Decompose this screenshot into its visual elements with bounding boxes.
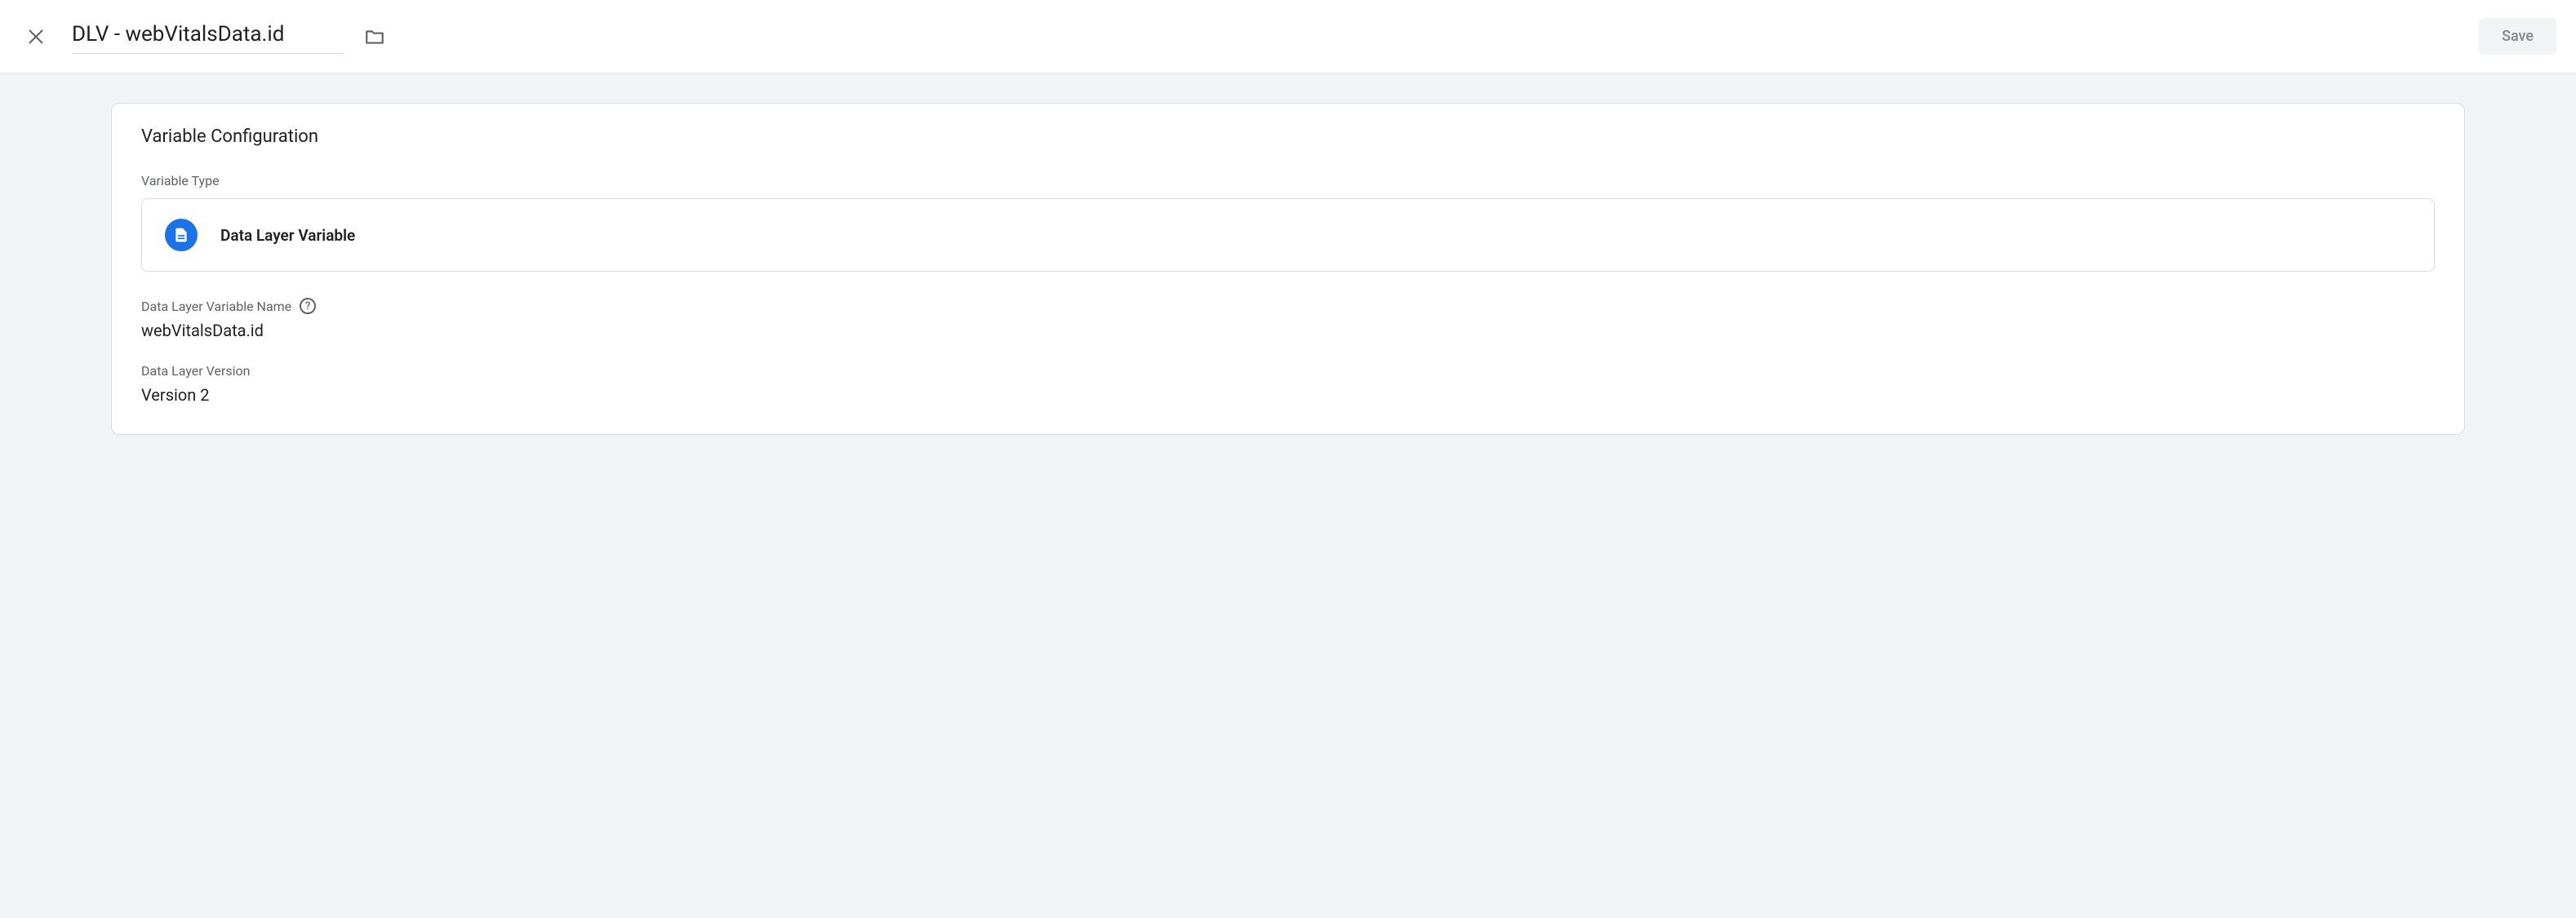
variable-type-selector[interactable]: Data Layer Variable [141,198,2435,272]
dlv-version-value: Version 2 [141,385,2435,405]
data-layer-variable-icon [165,219,198,251]
folder-icon [364,26,385,47]
variable-type-value: Data Layer Variable [220,226,355,245]
dlv-name-field: Data Layer Variable Name ? webVitalsData… [141,298,2435,340]
dlv-version-label: Data Layer Version [141,363,2435,379]
dlv-name-value: webVitalsData.id [141,321,2435,340]
save-button[interactable]: Save [2479,18,2556,55]
variable-name-input[interactable] [72,19,344,54]
close-icon [26,27,46,47]
close-button[interactable] [20,20,52,53]
dlv-name-label: Data Layer Variable Name ? [141,298,2435,314]
card-title: Variable Configuration [141,126,2435,147]
variable-configuration-card: Variable Configuration Variable Type Dat… [111,103,2465,435]
help-icon[interactable]: ? [300,298,316,314]
dlv-name-label-text: Data Layer Variable Name [141,299,291,314]
content-area: Variable Configuration Variable Type Dat… [0,73,2576,918]
folder-button[interactable] [358,20,392,54]
variable-type-label: Variable Type [141,173,2435,188]
dlv-version-field: Data Layer Version Version 2 [141,363,2435,405]
header-bar: Save [0,0,2576,73]
